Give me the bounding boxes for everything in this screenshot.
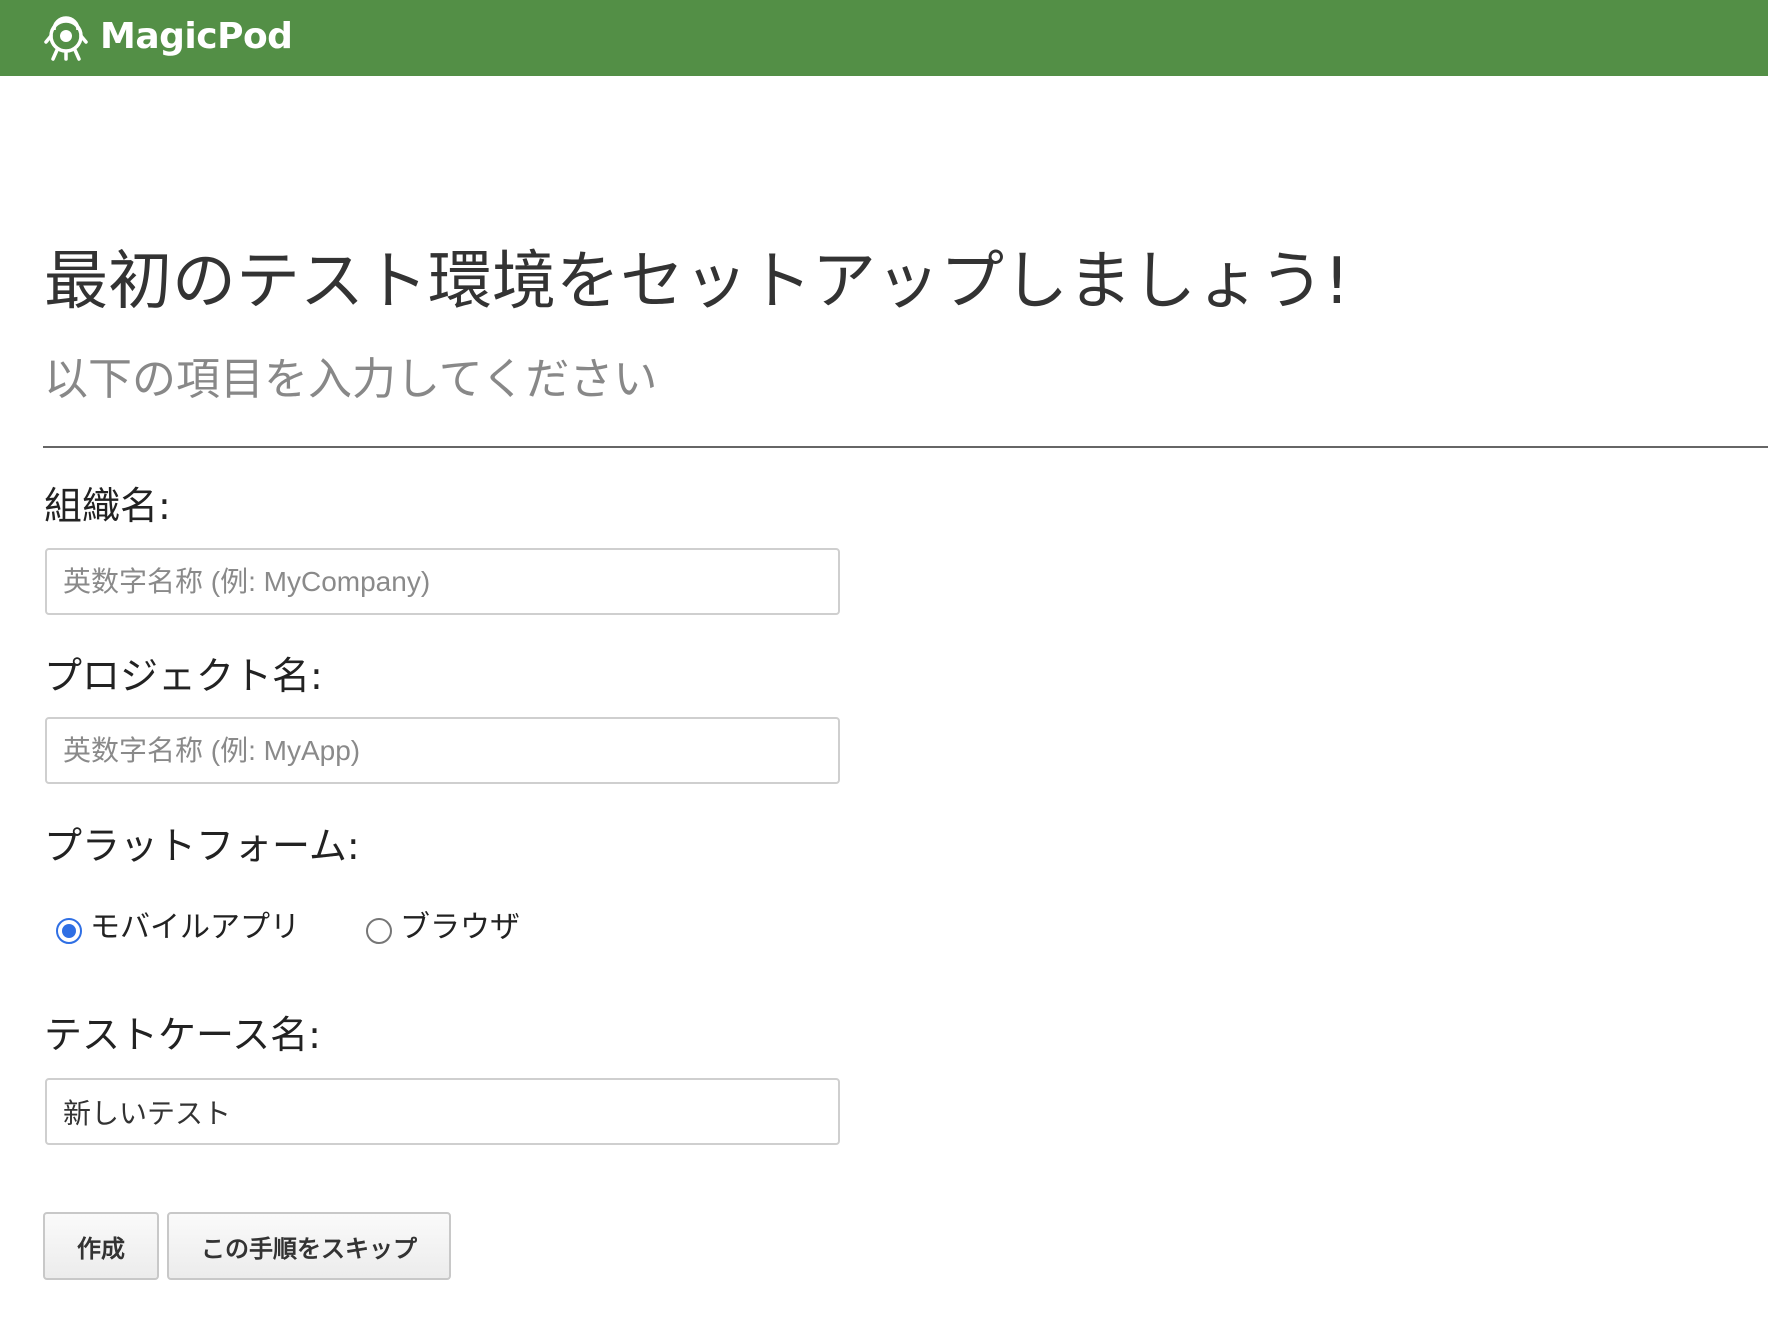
platform-option-browser[interactable]: ブラウザ [366,908,520,948]
organization-label: 組織名: [44,484,171,528]
testcase-name-input[interactable] [45,1078,840,1145]
platform-radio-group: モバイルアプリ ブラウザ [56,903,586,953]
platform-option-mobile[interactable]: モバイルアプリ [56,908,300,948]
browser-radio-button[interactable] [366,918,392,944]
project-name-input[interactable] [45,717,840,784]
skip-step-button[interactable]: この手順をスキップ [167,1212,451,1280]
platform-label: プラットフォーム: [44,824,360,868]
mobile-radio-button[interactable] [56,918,82,944]
magicpod-logo[interactable]: MagicPod [40,12,293,62]
create-button[interactable]: 作成 [43,1212,159,1280]
page-title: 最初のテスト環境をセットアップしましょう! [44,245,1350,319]
organization-name-input[interactable] [45,548,840,615]
testcase-label: テストケース名: [44,1013,321,1057]
mobile-radio-label[interactable]: モバイルアプリ [90,908,300,948]
top-header-bar: MagicPod [0,0,1768,76]
project-label: プロジェクト名: [44,654,323,698]
page-subtitle: 以下の項目を入力してください [44,354,658,405]
browser-radio-label[interactable]: ブラウザ [400,908,520,948]
robot-icon [44,16,88,61]
section-divider [43,446,1768,448]
logo-text: MagicPod [100,16,293,57]
